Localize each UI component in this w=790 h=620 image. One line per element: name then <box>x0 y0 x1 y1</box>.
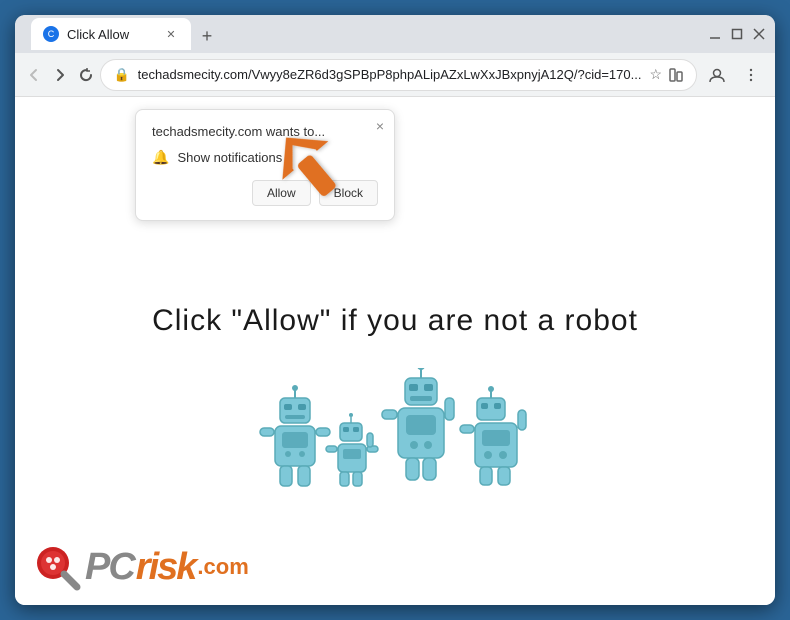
main-content: Click "Allow" if you are not a robot <box>15 157 775 605</box>
share-icon[interactable] <box>668 67 684 83</box>
lock-icon: 🔒 <box>113 67 129 83</box>
menu-button[interactable] <box>735 59 767 91</box>
popup-close-button[interactable]: × <box>376 118 384 134</box>
address-text: techadsmecity.com/Vwyy8eZR6d3gSPBpP8phpA… <box>138 67 642 82</box>
maximize-button[interactable] <box>729 26 745 42</box>
orange-arrow-icon <box>275 127 355 217</box>
tab-bar: C Click Allow ✕ + <box>23 18 707 50</box>
pcrisk-logo: PC risk .com <box>31 541 249 593</box>
tab-close-button[interactable]: ✕ <box>163 26 179 42</box>
pcrisk-risk-text: risk <box>136 546 196 589</box>
window-controls <box>707 26 767 42</box>
nav-bar: 🔒 techadsmecity.com/Vwyy8eZR6d3gSPBpP8ph… <box>15 53 775 97</box>
new-tab-button[interactable]: + <box>193 22 221 50</box>
address-icons: ☆ <box>649 66 684 83</box>
pcrisk-dotcom-text: .com <box>197 554 248 580</box>
close-button[interactable] <box>751 26 767 42</box>
forward-button[interactable] <box>49 59 71 91</box>
pcrisk-pc-text: PC <box>85 546 134 589</box>
nav-actions <box>701 59 767 91</box>
address-bar[interactable]: 🔒 techadsmecity.com/Vwyy8eZR6d3gSPBpP8ph… <box>100 59 697 91</box>
refresh-button[interactable] <box>75 59 97 91</box>
notification-popup: × techadsmecity.com wants to... 🔔 Show n… <box>135 109 395 221</box>
active-tab[interactable]: C Click Allow ✕ <box>31 18 191 50</box>
popup-option-text: Show notifications <box>177 150 282 165</box>
arrow-container <box>275 127 355 222</box>
profile-button[interactable] <box>701 59 733 91</box>
pcrisk-magnifier-icon <box>31 541 83 593</box>
back-button[interactable] <box>23 59 45 91</box>
captcha-text: Click "Allow" if you are not a robot <box>152 304 638 338</box>
bell-icon: 🔔 <box>152 149 169 166</box>
browser-window: C Click Allow ✕ + <box>15 15 775 605</box>
tab-title: Click Allow <box>67 27 155 42</box>
tab-favicon: C <box>43 26 59 42</box>
star-icon[interactable]: ☆ <box>649 66 662 83</box>
title-bar: C Click Allow ✕ + <box>15 15 775 53</box>
content-area: × techadsmecity.com wants to... 🔔 Show n… <box>15 97 775 605</box>
minimize-button[interactable] <box>707 26 723 42</box>
robots-illustration <box>245 368 545 498</box>
